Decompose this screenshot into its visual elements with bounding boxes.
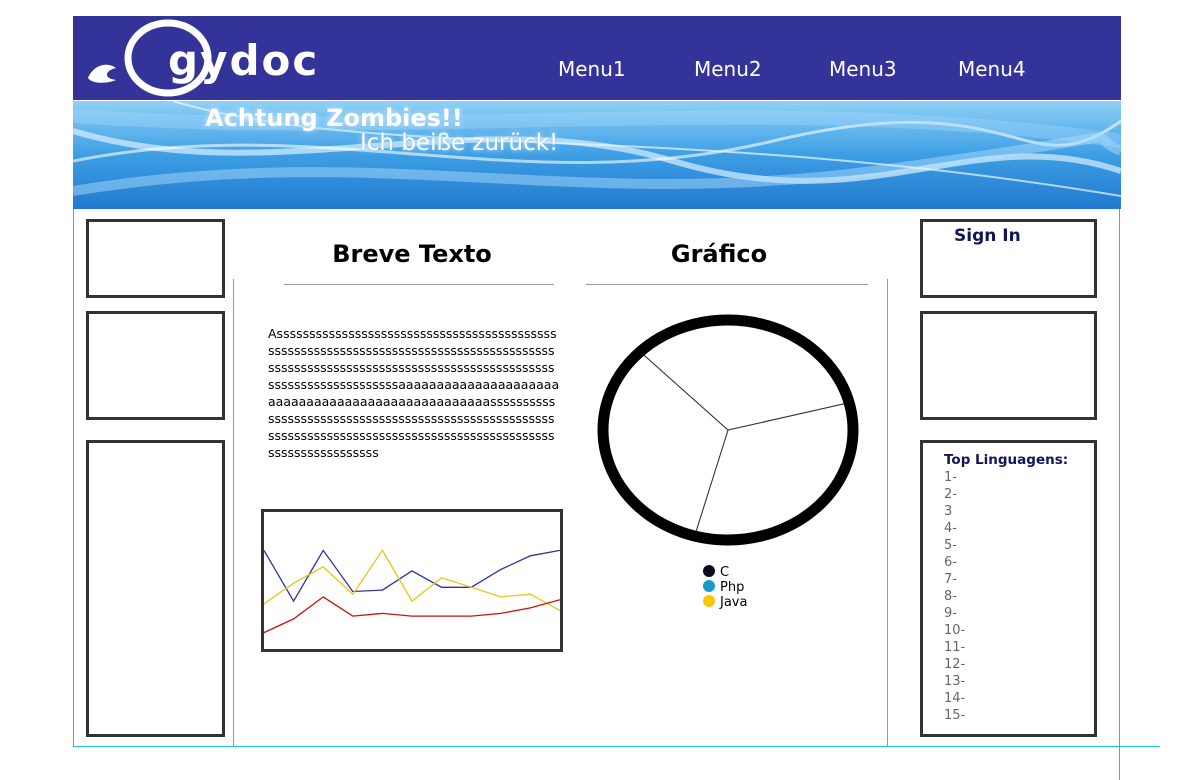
top-language-item: 5- [944,538,957,553]
banner-title: Achtung Zombies!! [205,104,463,132]
line-series-3 [264,596,560,634]
left-box-1 [86,219,225,298]
legend-swatch-java [703,595,715,607]
menu-item-4[interactable]: Menu4 [958,57,1026,81]
top-language-item: 4- [944,521,957,536]
legend-swatch-c [703,565,715,577]
top-language-item: 9- [944,606,957,621]
legend-label-php: Php [720,580,745,595]
legend-label-c: C [720,565,730,580]
top-language-item: 12- [944,657,966,672]
top-language-item: 10- [944,623,966,638]
top-languages-title: Top Linguagens: [944,452,1069,468]
frame-guide-line-vertical [1119,746,1120,780]
text-section-rule [284,284,554,285]
pie-legend: C Php Java [703,565,747,610]
logo-text: gydoc [168,36,320,85]
pie-chart [597,314,859,546]
legend-item-php: Php [703,580,747,595]
line-series-1 [264,549,560,603]
top-language-item: 8- [944,589,957,604]
frame-guide-line [1120,746,1160,747]
menu-item-3[interactable]: Menu3 [829,57,897,81]
top-language-item: 6- [944,555,957,570]
menu-item-2[interactable]: Menu2 [694,57,762,81]
top-language-item: 14- [944,691,966,706]
sign-in-link[interactable]: Sign In [954,226,1021,246]
legend-item-java: Java [703,595,747,610]
line-series-2 [264,549,560,612]
top-language-item: 3 [944,504,953,519]
top-language-item: 2- [944,487,957,502]
top-language-item: 7- [944,572,957,587]
top-language-item: 13- [944,674,966,689]
text-body: Asssssssssssssssssssssssssssssssssssssss… [268,326,560,460]
left-box-2 [86,311,225,420]
top-languages-list: 1- 2- 3 4- 5- 6- 7- 8- 9- 10- 11- 12- 13- 14- 15- [944,469,965,724]
chart-section-rule [586,284,868,285]
top-language-item: 1- [944,470,957,485]
legend-label-java: Java [720,595,748,610]
banner-subtitle: Ich beiße zurück! [360,130,559,156]
right-column-divider [887,279,888,746]
top-language-item: 15- [944,708,966,723]
line-chart [264,549,560,634]
chart-section-title: Gráfico [670,240,768,268]
legend-swatch-php [703,580,715,592]
legend-item-c: C [703,565,747,580]
text-section-title: Breve Texto [332,240,492,268]
menu-item-1[interactable]: Menu1 [558,57,626,81]
top-language-item: 11- [944,640,966,655]
left-column-divider [233,279,234,746]
right-box-2 [920,311,1097,420]
left-box-3 [86,440,225,737]
